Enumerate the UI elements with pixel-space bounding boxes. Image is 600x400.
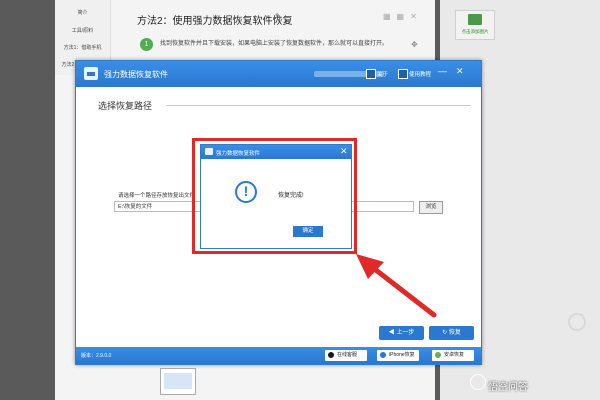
gear-icon (568, 313, 586, 331)
watermark-logo-icon (470, 374, 486, 390)
thumbnail-image[interactable] (160, 368, 196, 395)
red-arrow-annotation (356, 254, 437, 318)
watermark-text: 悟空问答 (488, 382, 528, 393)
thumbnail-content (164, 373, 192, 389)
